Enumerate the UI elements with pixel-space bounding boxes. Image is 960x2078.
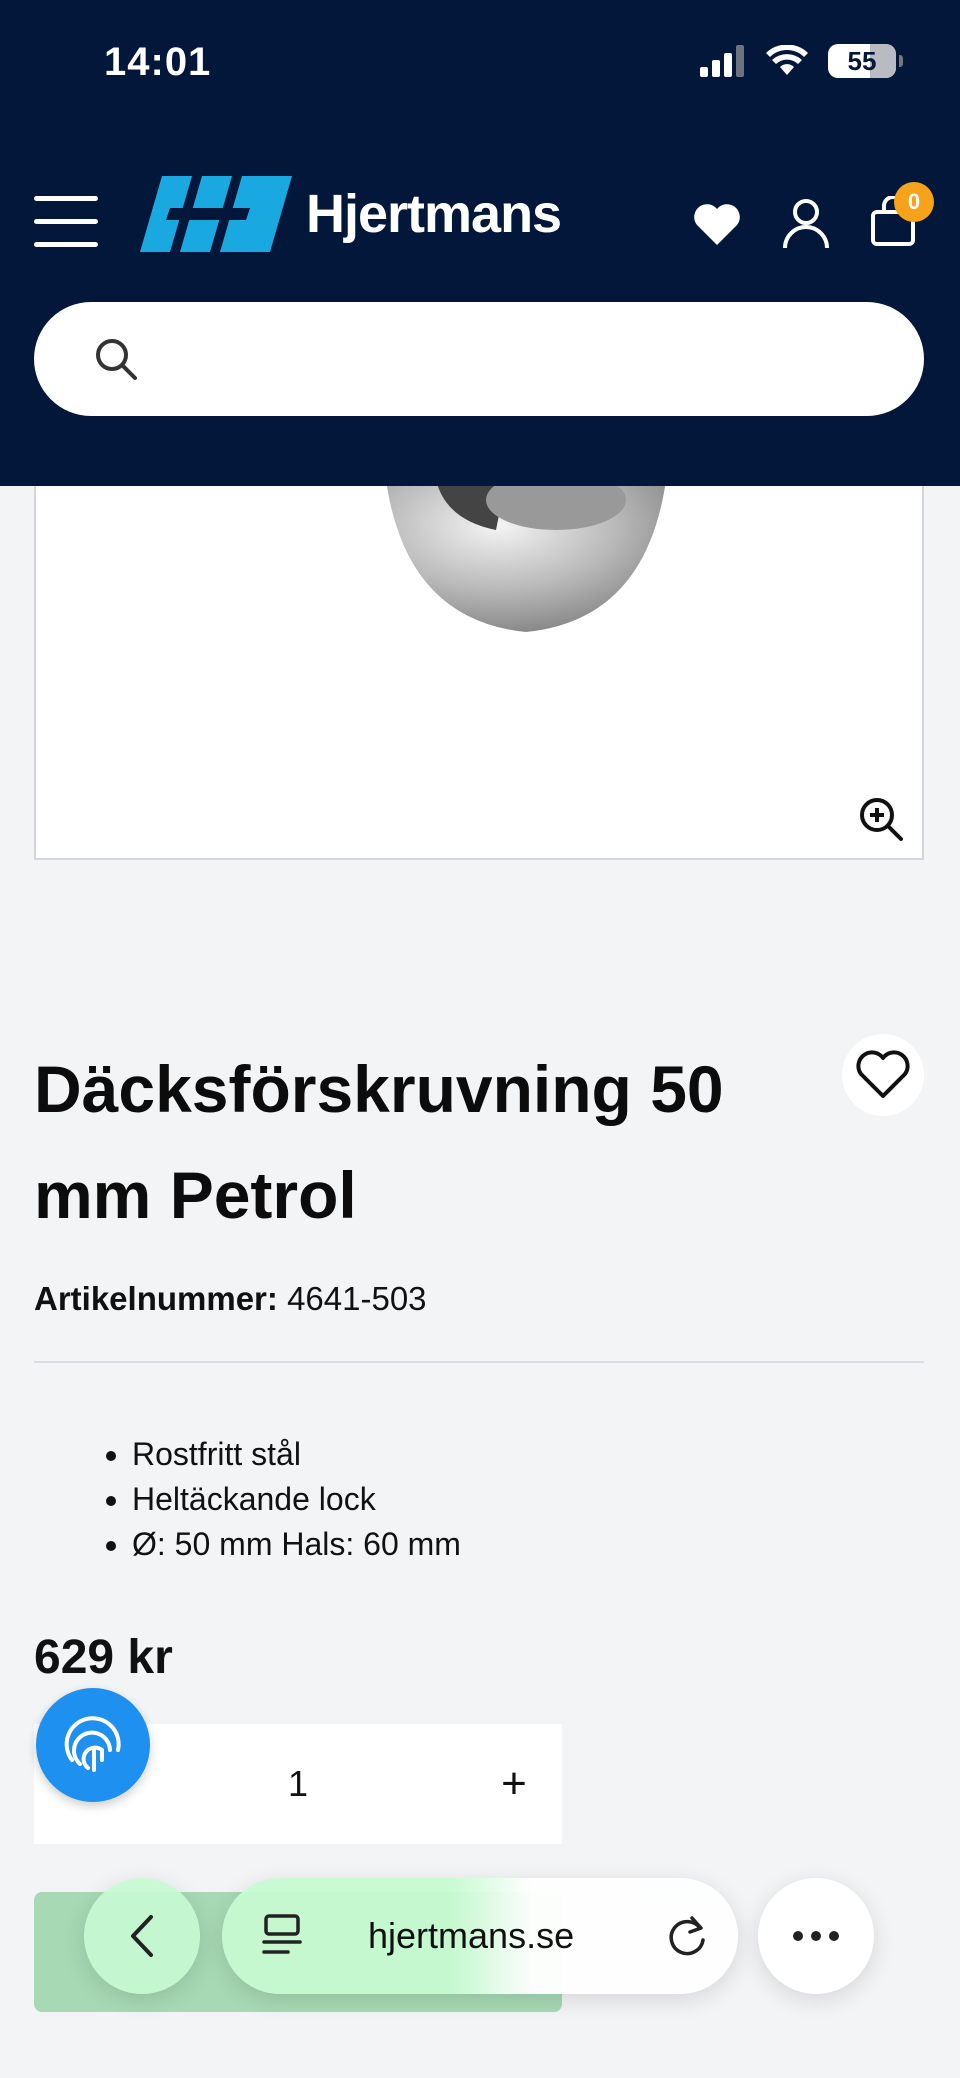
browser-back-button[interactable] bbox=[84, 1878, 200, 1994]
search-bar[interactable] bbox=[34, 302, 924, 416]
url-text: hjertmans.se bbox=[368, 1915, 575, 1956]
menu-icon[interactable] bbox=[34, 196, 98, 250]
site-header: 14:01 55 Hjertmans 0 bbox=[0, 0, 960, 486]
wifi-icon bbox=[766, 45, 808, 75]
logo-text: Hjertmans bbox=[306, 184, 562, 244]
account-icon[interactable] bbox=[782, 198, 830, 250]
cart-count-badge: 0 bbox=[894, 182, 934, 222]
sku-line: Artikelnummer: 4641-503 bbox=[34, 1280, 427, 1318]
battery-icon: 55 bbox=[828, 44, 903, 78]
status-icons: 55 bbox=[700, 44, 903, 78]
reload-icon[interactable] bbox=[666, 1914, 708, 1958]
product-price: 629 kr bbox=[34, 1631, 173, 1684]
product-photo bbox=[278, 420, 734, 632]
logo-mark-icon bbox=[140, 176, 292, 252]
wishlist-icon[interactable] bbox=[692, 201, 742, 247]
header-actions: 0 bbox=[692, 182, 934, 251]
browser-more-button[interactable] bbox=[758, 1878, 874, 1994]
search-icon bbox=[96, 339, 137, 380]
site-logo[interactable]: Hjertmans bbox=[140, 176, 562, 252]
chevron-left-icon bbox=[131, 1915, 153, 1957]
search-input[interactable] bbox=[158, 338, 858, 380]
divider bbox=[34, 1361, 924, 1363]
product-image[interactable] bbox=[34, 420, 924, 860]
feature-item: Ø: 50 mm Hals: 60 mm bbox=[132, 1522, 461, 1567]
cart-button[interactable]: 0 bbox=[870, 182, 934, 251]
sku-label: Artikelnummer: bbox=[34, 1280, 278, 1317]
status-time: 14:01 bbox=[104, 40, 212, 84]
product-title: Däcksförskruvning 50 mm Petrol bbox=[34, 1052, 724, 1232]
add-to-wishlist-button[interactable] bbox=[842, 1034, 924, 1116]
heart-outline-icon bbox=[856, 1050, 910, 1098]
feature-item: Heltäckande lock bbox=[132, 1477, 461, 1522]
more-horizontal-icon bbox=[793, 1931, 839, 1941]
increase-quantity-button[interactable]: + bbox=[484, 1754, 544, 1814]
browser-address-bar[interactable]: hjertmans.se bbox=[222, 1878, 738, 1994]
feature-list: Rostfritt stål Heltäckande lock Ø: 50 mm… bbox=[92, 1432, 461, 1567]
fingerprint-icon bbox=[64, 1716, 121, 1772]
reader-mode-icon[interactable] bbox=[262, 1914, 302, 1958]
sku-value: 4641-503 bbox=[287, 1280, 427, 1317]
signal-icon bbox=[700, 45, 744, 77]
chat-launcher-button[interactable] bbox=[36, 1688, 150, 1802]
feature-item: Rostfritt stål bbox=[132, 1432, 461, 1477]
zoom-in-icon[interactable] bbox=[858, 796, 904, 842]
battery-level: 55 bbox=[847, 46, 877, 76]
